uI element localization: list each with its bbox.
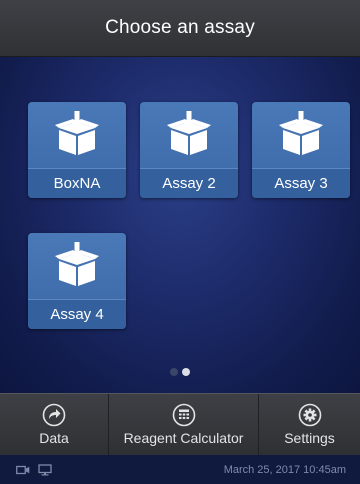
assay-tile-label: Assay 4 bbox=[28, 299, 126, 329]
box-download-icon bbox=[55, 111, 99, 155]
assay-tile-2[interactable]: Assay 2 bbox=[140, 102, 238, 198]
assay-grid: BoxNA Assay 2 Assay 3 Assay 4 bbox=[0, 57, 360, 393]
box-download-icon bbox=[279, 111, 323, 155]
data-button[interactable]: Data bbox=[0, 394, 108, 455]
page-dot-2-active[interactable] bbox=[182, 368, 190, 376]
assay-tile-4[interactable]: Assay 4 bbox=[28, 233, 126, 329]
page-indicator bbox=[0, 368, 360, 378]
page-title: Choose an assay bbox=[105, 17, 255, 38]
datetime-display: March 25, 2017 10:45am bbox=[223, 463, 346, 476]
box-download-icon bbox=[167, 111, 211, 155]
reagent-calculator-button[interactable]: Reagent Calculator bbox=[108, 394, 258, 455]
status-bar: March 25, 2017 10:45am bbox=[0, 455, 360, 484]
settings-button-label: Settings bbox=[284, 430, 335, 446]
assay-tile-3[interactable]: Assay 3 bbox=[252, 102, 350, 198]
calculator-icon bbox=[172, 403, 195, 427]
page-dot-1[interactable] bbox=[170, 368, 178, 376]
box-download-icon bbox=[55, 242, 99, 286]
app-header: Choose an assay bbox=[0, 0, 360, 57]
camera-icon bbox=[16, 465, 30, 474]
reagent-calculator-label: Reagent Calculator bbox=[123, 430, 244, 446]
data-button-label: Data bbox=[39, 430, 69, 446]
gear-icon bbox=[298, 403, 321, 427]
settings-button[interactable]: Settings bbox=[258, 394, 360, 455]
assay-tile-label: BoxNA bbox=[28, 168, 126, 198]
assay-tile-label: Assay 2 bbox=[140, 168, 238, 198]
assay-tile-boxna[interactable]: BoxNA bbox=[28, 102, 126, 198]
share-arrow-icon bbox=[42, 403, 66, 427]
bottom-toolbar: Data Reagent Calculator Settings bbox=[0, 393, 360, 455]
monitor-icon bbox=[38, 463, 52, 475]
assay-tile-label: Assay 3 bbox=[252, 168, 350, 198]
